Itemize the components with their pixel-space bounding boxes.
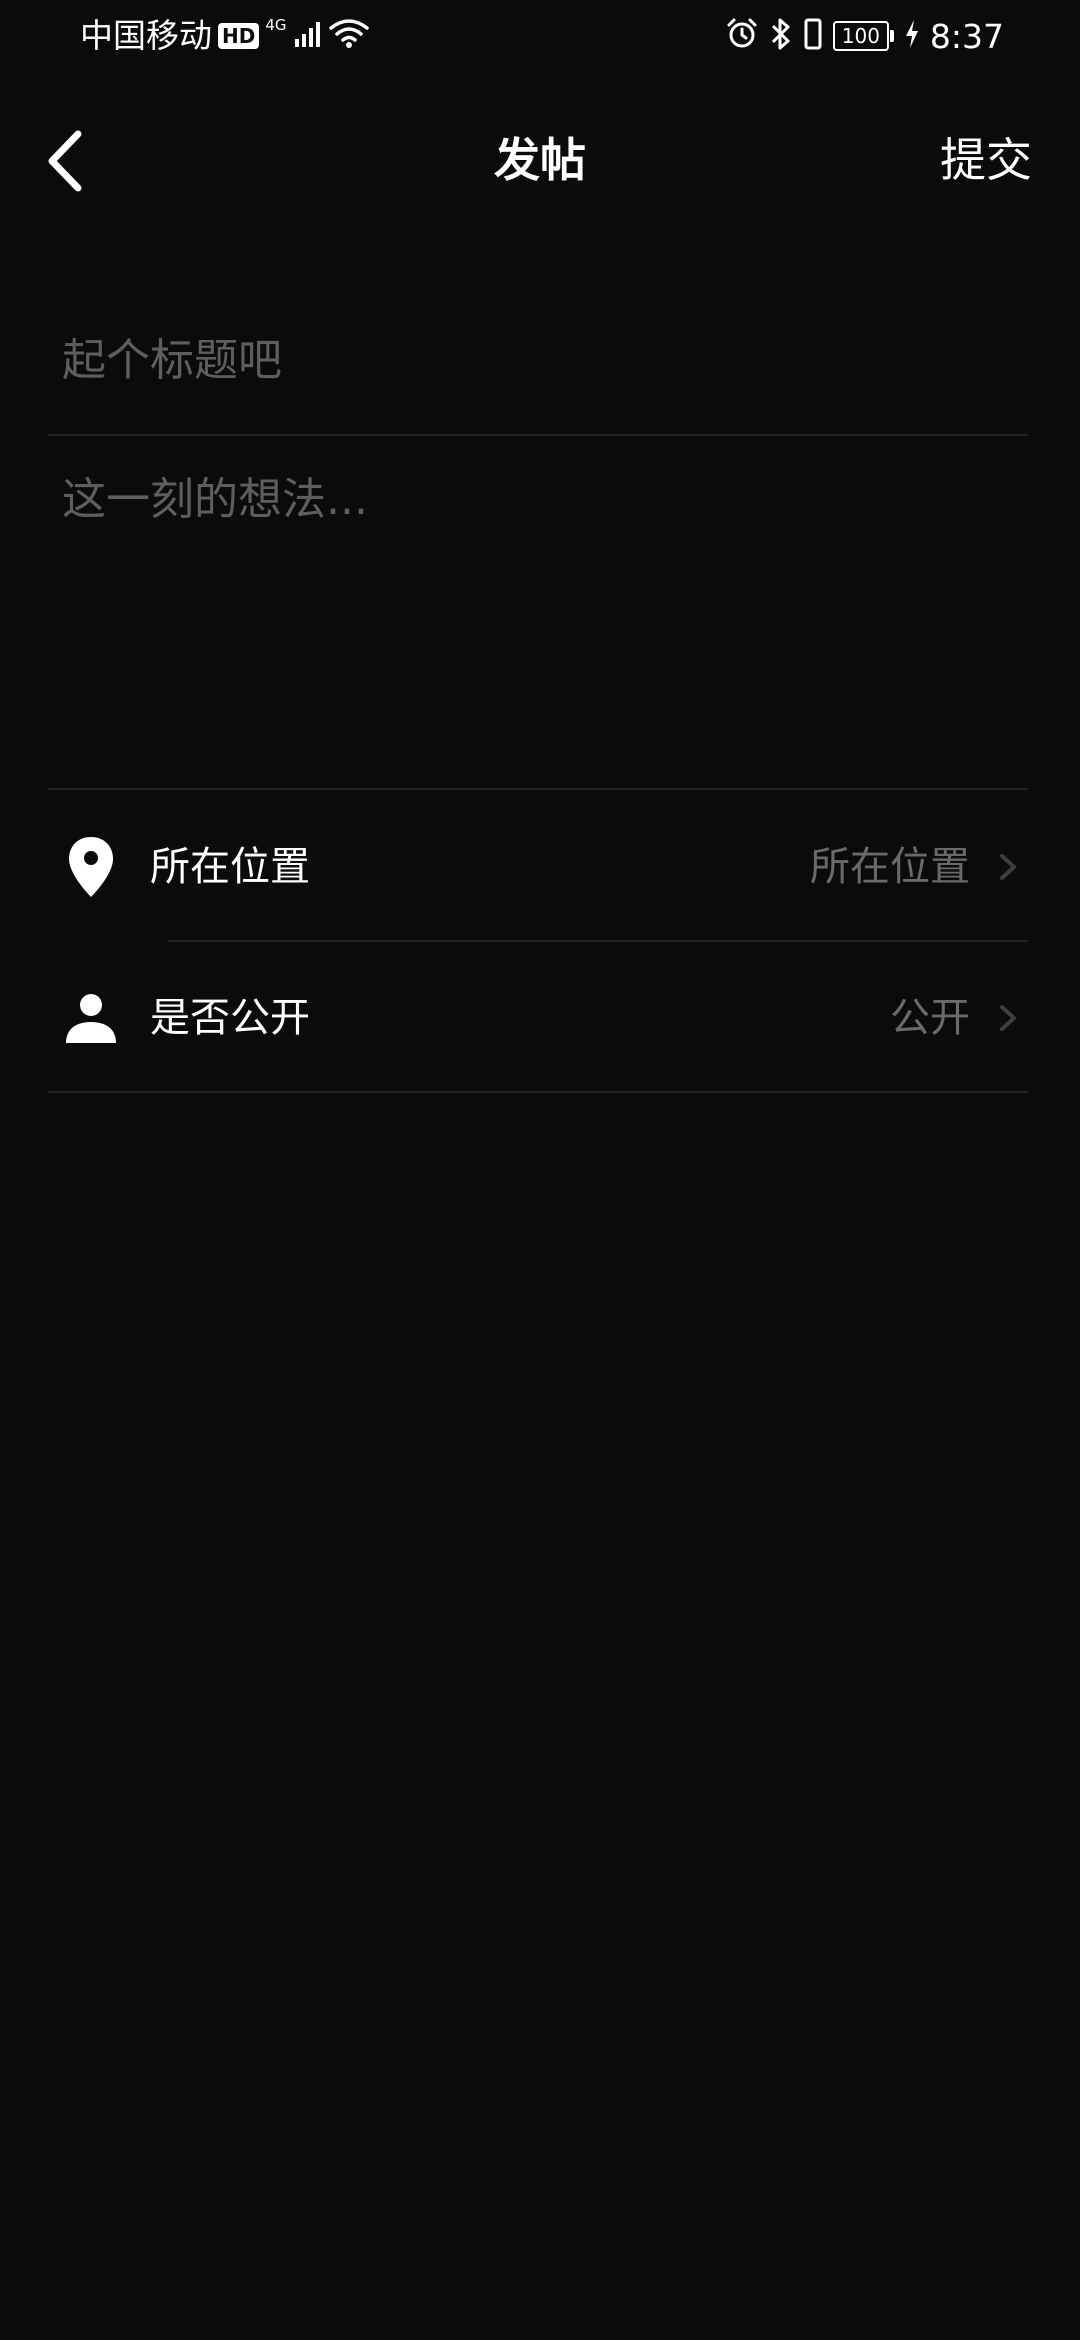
divider — [48, 434, 1028, 436]
visibility-row[interactable]: 是否公开 公开 — [48, 943, 1028, 1093]
hd-badge: HD — [218, 23, 260, 49]
page-title: 发帖 — [494, 133, 586, 187]
network-type-label: 4G — [265, 16, 287, 34]
battery-level: 100 — [832, 21, 889, 51]
location-row[interactable]: 所在位置 所在位置 — [48, 792, 1028, 942]
divider — [168, 940, 1028, 942]
location-pin-icon — [56, 832, 126, 902]
bluetooth-icon — [769, 17, 793, 55]
charging-icon — [904, 19, 920, 53]
app-header: 发帖 提交 — [0, 110, 1080, 210]
divider — [48, 1091, 1028, 1093]
submit-button[interactable]: 提交 — [940, 128, 1032, 192]
wifi-icon — [328, 18, 369, 54]
status-bar: 中国移动 HD 4G 100 8:37 — [0, 0, 1080, 72]
carrier-name: 中国移动 — [80, 16, 212, 55]
chevron-right-icon — [1000, 854, 1016, 880]
location-value: 所在位置 — [810, 844, 970, 890]
post-content-input[interactable] — [48, 464, 1056, 764]
location-label: 所在位置 — [150, 844, 310, 890]
signal-icon — [293, 19, 323, 53]
visibility-label: 是否公开 — [150, 995, 310, 1041]
status-right-icons: 100 8:37 — [725, 14, 1004, 58]
chevron-right-icon — [1000, 1005, 1016, 1031]
person-icon — [56, 983, 126, 1053]
visibility-value: 公开 — [890, 995, 970, 1041]
alarm-icon — [725, 17, 759, 55]
battery-icon: 100 — [832, 21, 894, 51]
post-title-input[interactable] — [48, 320, 1056, 400]
vibrate-icon — [803, 17, 823, 55]
status-left-icons: HD 4G — [218, 14, 369, 58]
divider — [48, 788, 1028, 790]
status-time: 8:37 — [929, 16, 1004, 56]
